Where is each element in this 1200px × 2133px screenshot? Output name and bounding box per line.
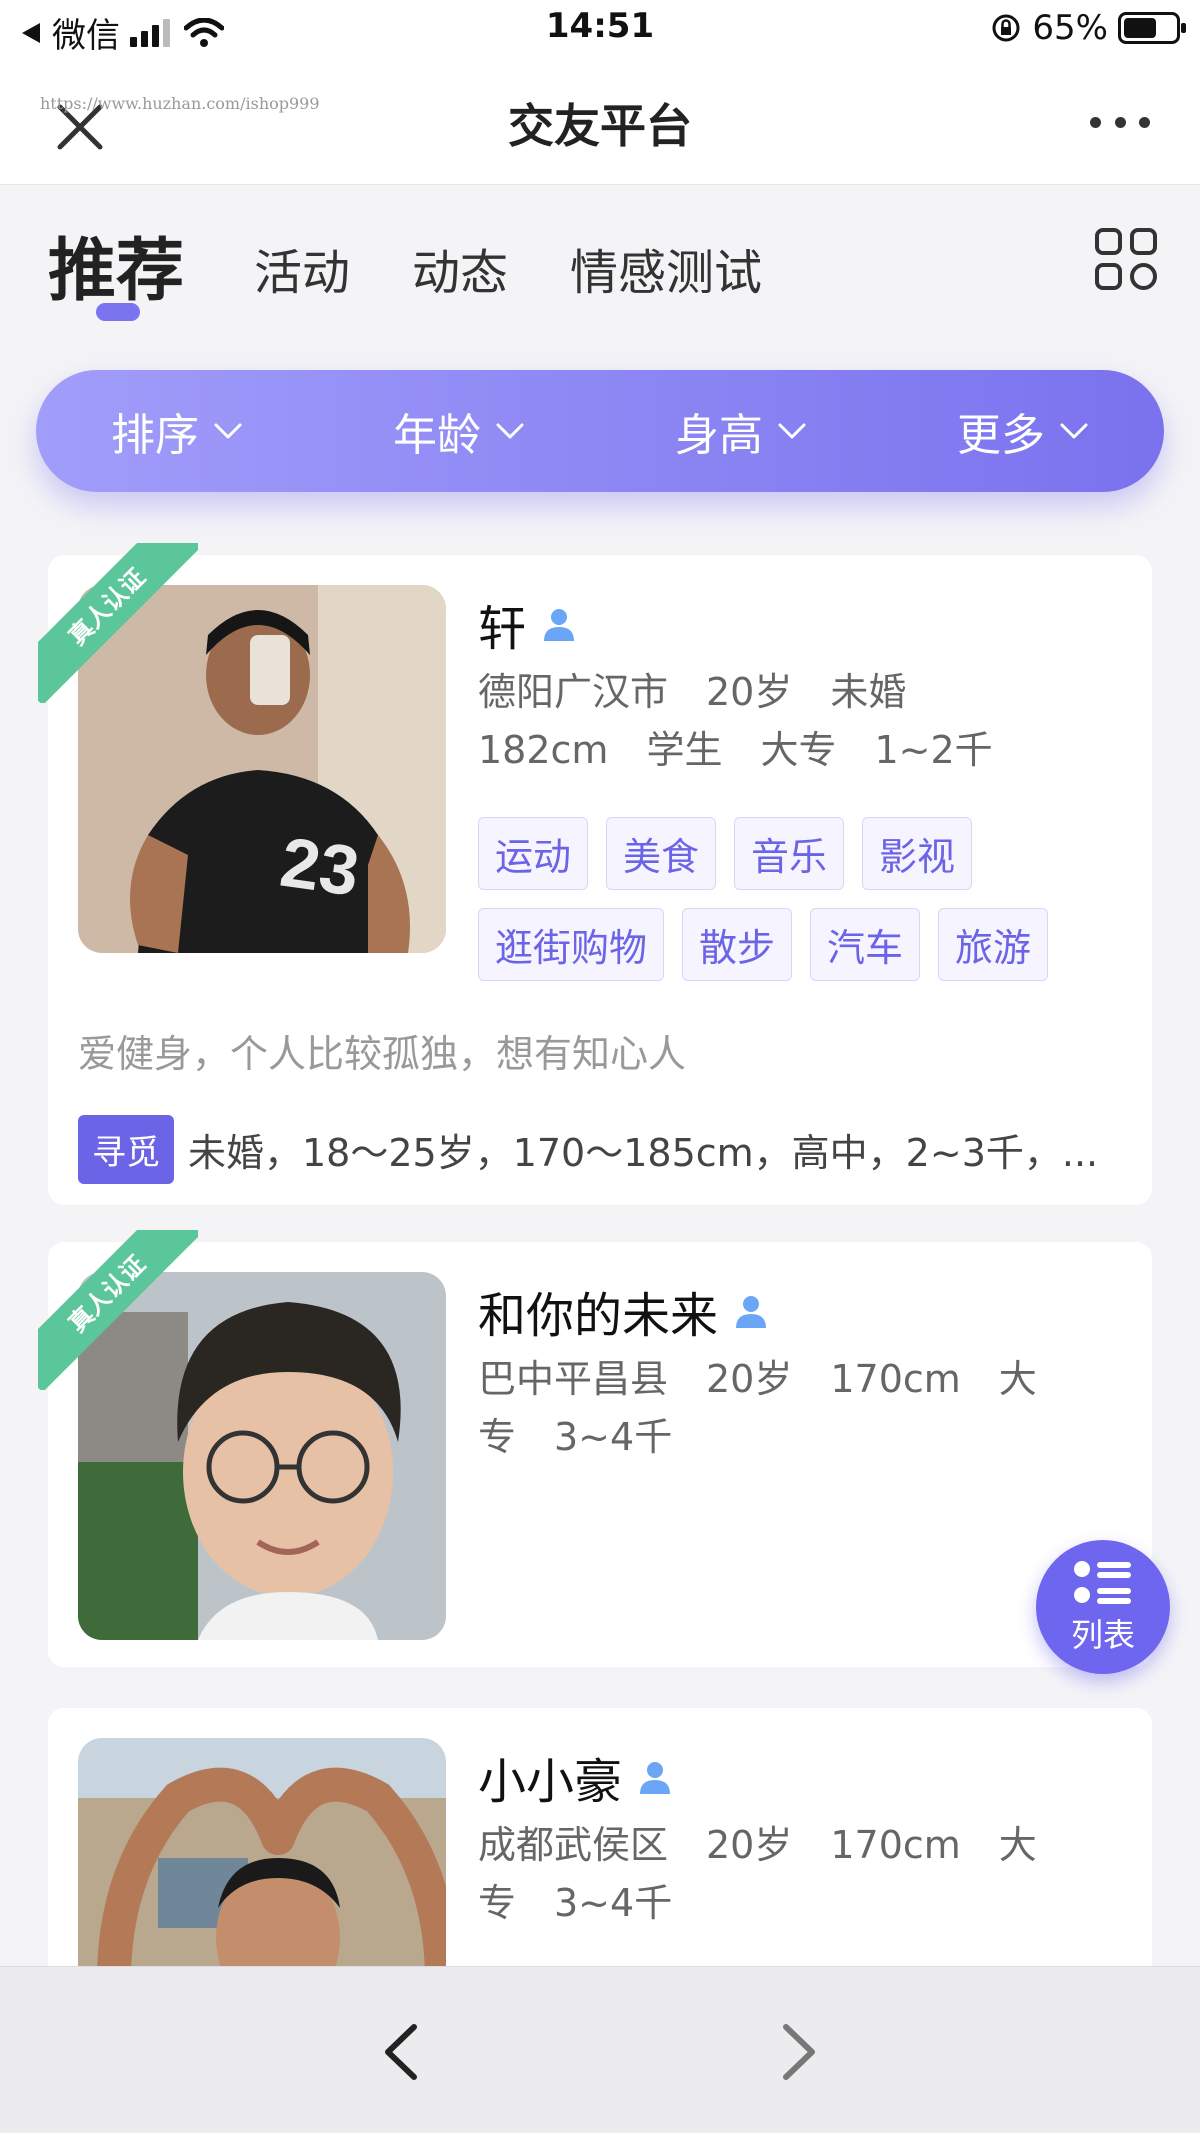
chevron-down-icon <box>214 423 242 439</box>
forward-arrow-icon[interactable] <box>768 2017 828 2087</box>
battery-icon <box>1118 12 1186 44</box>
profile-meta: 专 3~4千 <box>478 1415 673 1459</box>
profile-card[interactable]: 小小豪 成都武侯区 20岁 170cm 大 专 3~4千 <box>48 1708 1152 1988</box>
verified-ribbon: 真人认证 <box>38 1230 198 1390</box>
tab-emotion-test[interactable]: 情感测试 <box>570 233 762 303</box>
profile-card[interactable]: 真人认证 23 轩 德阳广汉市 20岁 未婚 182cm 学生 大专 1~2千 <box>38 543 1152 1205</box>
more-menu-icon[interactable] <box>1090 110 1150 134</box>
profile-meta: 182cm 学生 大专 1~2千 <box>478 728 993 772</box>
rotation-lock-icon <box>992 14 1020 42</box>
tab-recommend[interactable]: 推荐 <box>48 215 184 314</box>
filter-sort-label: 排序 <box>111 410 199 461</box>
tab-bar: 推荐 活动 动态 情感测试 <box>48 215 1158 325</box>
profile-meta: 巴中平昌县 20岁 170cm 大 <box>478 1357 1037 1401</box>
page-title: 交友平台 <box>508 99 692 153</box>
filter-bar: 排序 年龄 身高 更多 <box>36 370 1164 492</box>
status-right: 65% <box>990 8 1186 48</box>
verified-ribbon: 真人认证 <box>38 543 198 703</box>
profile-info: 小小豪 成都武侯区 20岁 170cm 大 专 3~4千 <box>478 1744 1122 1932</box>
filter-more-label: 更多 <box>957 410 1045 461</box>
filter-age-label: 年龄 <box>393 410 481 461</box>
filter-more[interactable]: 更多 <box>882 399 1164 463</box>
profile-name: 轩 <box>478 601 527 657</box>
profile-name-row: 轩 <box>478 591 1122 657</box>
interest-tag: 影视 <box>862 817 973 890</box>
interest-tag: 汽车 <box>810 908 921 981</box>
interest-tag: 旅游 <box>938 908 1049 981</box>
interest-tags: 运动 美食 音乐 影视 逛街购物 散步 汽车 旅游 <box>478 817 1122 981</box>
interest-tag: 美食 <box>606 817 717 890</box>
grid-menu-icon[interactable] <box>1094 227 1158 291</box>
seek-row: 寻觅 未婚，18～25岁，170～185cm，高中，2~3千，... <box>78 1115 1122 1184</box>
browser-toolbar <box>0 1966 1200 2133</box>
navbar: https://www.huzhan.com/ishop999 交友平台 <box>0 60 1200 185</box>
tab-activity[interactable]: 活动 <box>254 233 350 303</box>
interest-tag: 运动 <box>478 817 589 890</box>
profile-info: 和你的未来 巴中平昌县 20岁 170cm 大 专 3~4千 <box>478 1278 1122 1466</box>
filter-sort[interactable]: 排序 <box>36 399 318 463</box>
chevron-down-icon <box>1060 423 1088 439</box>
verified-label: 真人认证 <box>38 543 198 703</box>
battery-percent: 65% <box>1032 8 1108 48</box>
filter-height[interactable]: 身高 <box>600 399 882 463</box>
chevron-down-icon <box>496 423 524 439</box>
verified-label: 真人认证 <box>38 1230 198 1390</box>
back-arrow-icon[interactable] <box>372 2017 432 2087</box>
status-bar: 微信 14:51 65% <box>0 0 1200 60</box>
seek-text: 未婚，18～25岁，170～185cm，高中，2~3千，... <box>188 1131 1099 1175</box>
interest-tag: 音乐 <box>734 817 845 890</box>
profile-name-row: 小小豪 <box>478 1744 1122 1810</box>
avatar <box>78 1738 446 1988</box>
chevron-down-icon <box>778 423 806 439</box>
user-icon <box>640 1762 671 1794</box>
list-view-button[interactable]: 列表 <box>1036 1540 1170 1674</box>
filter-height-label: 身高 <box>675 410 763 461</box>
tab-active-indicator <box>96 303 140 321</box>
user-icon <box>736 1296 767 1328</box>
interest-tag: 散步 <box>682 908 793 981</box>
profile-name: 和你的未来 <box>478 1288 719 1344</box>
seek-badge: 寻觅 <box>78 1115 174 1184</box>
profile-photo[interactable] <box>78 1738 446 1988</box>
interest-tag: 逛街购物 <box>478 908 665 981</box>
profile-info: 轩 德阳广汉市 20岁 未婚 182cm 学生 大专 1~2千 运动 美食 音乐… <box>478 591 1122 981</box>
profile-meta: 德阳广汉市 20岁 未婚 <box>478 670 907 714</box>
battery-fill <box>1124 18 1157 38</box>
tab-moments[interactable]: 动态 <box>412 233 508 303</box>
profile-meta: 专 3~4千 <box>478 1881 673 1925</box>
page: 微信 14:51 65% https://www.huzhan.com/isho… <box>0 0 1200 2133</box>
profile-meta: 成都武侯区 20岁 170cm 大 <box>478 1823 1037 1867</box>
svg-text:23: 23 <box>276 823 364 911</box>
user-icon <box>544 609 575 641</box>
profile-name: 小小豪 <box>478 1754 623 1810</box>
filter-age[interactable]: 年龄 <box>318 399 600 463</box>
profile-bio: 爱健身，个人比较孤独，想有知心人 <box>78 1032 687 1076</box>
list-view-label: 列表 <box>1070 1616 1135 1654</box>
list-icon <box>1074 1561 1131 1604</box>
profile-name-row: 和你的未来 <box>478 1278 1122 1344</box>
profile-card[interactable]: 真人认证 和你的未来 巴中平昌县 20岁 170cm 大 专 3~4千 <box>38 1230 1152 1667</box>
